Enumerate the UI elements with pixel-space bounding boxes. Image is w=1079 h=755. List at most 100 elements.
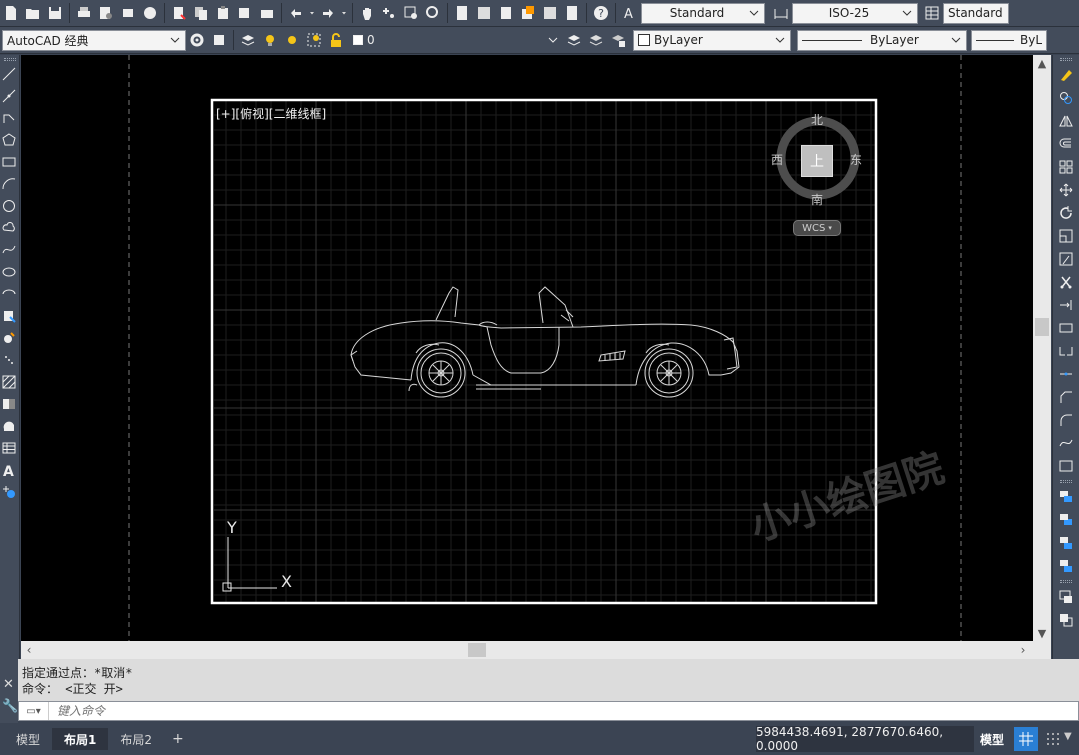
copy-icon[interactable] xyxy=(191,3,211,23)
explode-icon[interactable] xyxy=(1053,454,1079,477)
scale-icon[interactable] xyxy=(1053,224,1079,247)
model-space-toggle[interactable]: 模型 xyxy=(980,728,1004,750)
rotate-icon[interactable] xyxy=(1053,201,1079,224)
toolbar-grip[interactable] xyxy=(0,55,19,63)
drawing-area[interactable]: [+][俯视][二维线框] 小小绘图院 北 西 东 南 上 WCS ▾ Y X xyxy=(21,55,1033,641)
rectangle-icon[interactable] xyxy=(0,151,18,173)
line-icon[interactable] xyxy=(0,63,18,85)
sheet-set-icon[interactable] xyxy=(518,3,538,23)
circle-icon[interactable] xyxy=(0,195,18,217)
print-icon[interactable] xyxy=(74,3,94,23)
quickcalc-icon[interactable] xyxy=(562,3,582,23)
make-block-icon[interactable] xyxy=(0,327,18,349)
erase-icon[interactable] xyxy=(1053,63,1079,86)
blend-curves-icon[interactable] xyxy=(1053,431,1079,454)
spline-icon[interactable] xyxy=(0,239,18,261)
publish-icon[interactable] xyxy=(118,3,138,23)
chevron-down-icon[interactable]: ▼ xyxy=(1064,731,1078,747)
scroll-left-icon[interactable]: ‹ xyxy=(21,641,37,659)
snap-toggle[interactable] xyxy=(1042,727,1064,751)
toolbar-grip[interactable] xyxy=(1053,55,1079,63)
break-at-point-icon[interactable] xyxy=(1053,316,1079,339)
ellipse-icon[interactable] xyxy=(0,261,18,283)
make-current-layer-icon[interactable] xyxy=(564,30,584,50)
open-folder-icon[interactable] xyxy=(23,3,43,23)
mirror-icon[interactable] xyxy=(1053,109,1079,132)
layer-select[interactable]: 0 xyxy=(349,30,563,51)
offset-icon[interactable] xyxy=(1053,132,1079,155)
stretch-icon[interactable] xyxy=(1053,247,1079,270)
add-layout-button[interactable]: + xyxy=(164,728,192,750)
lineweight-select[interactable]: ByLa xyxy=(971,29,1047,51)
viewcube-east[interactable]: 东 xyxy=(850,151,862,168)
workspace-settings-icon[interactable] xyxy=(209,30,229,50)
help-icon[interactable]: ? xyxy=(591,3,611,23)
grid-toggle[interactable] xyxy=(1014,727,1038,751)
draw-order-under-icon[interactable] xyxy=(1053,554,1079,577)
gradient-icon[interactable] xyxy=(0,393,18,415)
color-select[interactable]: ByLayer xyxy=(633,29,791,51)
cut-icon[interactable] xyxy=(169,3,189,23)
copy-object-icon[interactable] xyxy=(1053,86,1079,109)
3d-dwf-icon[interactable] xyxy=(140,3,160,23)
vertical-scrollbar[interactable]: ▲ ▼ xyxy=(1033,55,1051,641)
coordinate-readout[interactable]: 5984438.4691, 2877670.6460, 0.0000 xyxy=(756,725,974,753)
close-icon[interactable]: ✕ xyxy=(3,677,14,692)
command-prompt-icon[interactable]: ▭▾ xyxy=(19,702,49,720)
viewcube-south[interactable]: 南 xyxy=(811,191,823,208)
wrench-icon[interactable]: 🔧 xyxy=(2,699,18,714)
viewcube-west[interactable]: 西 xyxy=(771,151,783,168)
markup-icon[interactable] xyxy=(540,3,560,23)
layer-state-icon[interactable] xyxy=(608,30,628,50)
sun-icon[interactable] xyxy=(282,30,302,50)
undo-dropdown-icon[interactable] xyxy=(308,3,316,23)
array-icon[interactable] xyxy=(1053,155,1079,178)
workspace-select[interactable]: AutoCAD 经典 xyxy=(2,29,186,51)
tool-palettes-icon[interactable] xyxy=(496,3,516,23)
horizontal-scroll-thumb[interactable] xyxy=(468,643,486,657)
viewcube-top-face[interactable]: 上 xyxy=(801,145,833,177)
horizontal-scrollbar[interactable]: ‹ › xyxy=(21,641,1033,659)
viewport-label[interactable]: [+][俯视][二维线框] xyxy=(216,105,326,122)
table-icon[interactable] xyxy=(0,437,18,459)
paste-icon[interactable] xyxy=(213,3,233,23)
bulb-on-icon[interactable] xyxy=(260,30,280,50)
redo-dropdown-icon[interactable] xyxy=(340,3,348,23)
toolbar-grip[interactable] xyxy=(1053,577,1079,585)
arc-icon[interactable] xyxy=(0,173,18,195)
bring-text-front-icon[interactable] xyxy=(1053,585,1079,608)
zoom-window-icon[interactable] xyxy=(401,3,421,23)
new-file-icon[interactable] xyxy=(1,3,21,23)
scroll-down-icon[interactable]: ▼ xyxy=(1033,625,1051,641)
redo-icon[interactable] xyxy=(318,3,338,23)
save-icon[interactable] xyxy=(45,3,65,23)
undo-icon[interactable] xyxy=(286,3,306,23)
dim-style-icon[interactable] xyxy=(771,3,791,23)
text-style-select[interactable]: Standard xyxy=(641,2,765,24)
zoom-previous-icon[interactable] xyxy=(423,3,443,23)
table-style-select[interactable]: Standard xyxy=(943,2,1009,24)
hatch-icon[interactable] xyxy=(0,371,18,393)
plot-preview-icon[interactable] xyxy=(96,3,116,23)
toolbar-grip[interactable] xyxy=(1053,477,1079,485)
draw-order-front-icon[interactable] xyxy=(1053,485,1079,508)
fillet-icon[interactable] xyxy=(1053,408,1079,431)
zoom-realtime-icon[interactable] xyxy=(379,3,399,23)
scroll-up-icon[interactable]: ▲ xyxy=(1033,55,1051,71)
viewcube-north[interactable]: 北 xyxy=(811,111,823,128)
dim-style-select[interactable]: ISO-25 xyxy=(792,2,918,24)
layer-properties-icon[interactable] xyxy=(238,30,258,50)
add-selected-icon[interactable] xyxy=(0,481,18,503)
region-icon[interactable] xyxy=(0,415,18,437)
bring-all-front-icon[interactable] xyxy=(1053,608,1079,631)
tab-layout1[interactable]: 布局1 xyxy=(52,728,109,750)
ellipse-arc-icon[interactable] xyxy=(0,283,18,305)
insert-block-icon[interactable] xyxy=(0,305,18,327)
break-icon[interactable] xyxy=(1053,339,1079,362)
tab-layout2[interactable]: 布局2 xyxy=(108,728,164,750)
pan-icon[interactable] xyxy=(357,3,377,23)
point-icon[interactable] xyxy=(0,349,18,371)
move-icon[interactable] xyxy=(1053,178,1079,201)
tab-model[interactable]: 模型 xyxy=(4,728,52,750)
gear-icon[interactable] xyxy=(187,30,207,50)
